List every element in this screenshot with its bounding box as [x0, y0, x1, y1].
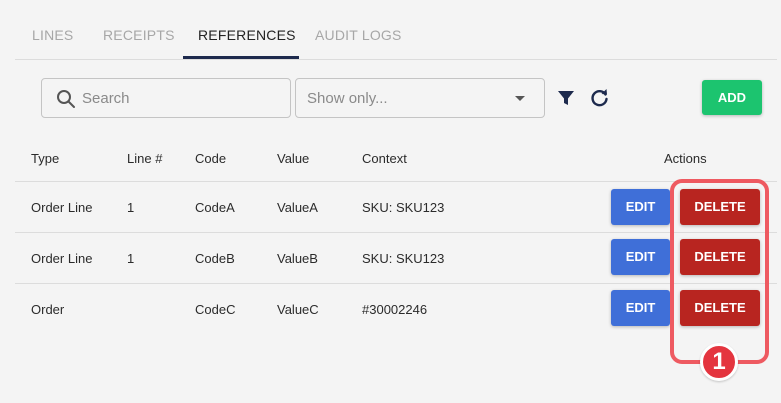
cell-value: ValueB: [277, 251, 318, 266]
show-only-placeholder: Show only...: [307, 90, 388, 107]
search-input[interactable]: [82, 88, 282, 108]
cell-line: 1: [127, 251, 135, 266]
row-divider: [15, 181, 777, 182]
cell-context: #30002246: [362, 302, 428, 317]
edit-button[interactable]: EDIT: [611, 239, 670, 275]
cell-value: ValueC: [277, 302, 319, 317]
tab-lines[interactable]: LINES: [32, 27, 73, 43]
cell-context: SKU: SKU123: [362, 200, 445, 215]
filter-icon[interactable]: [557, 89, 575, 107]
cell-context: SKU: SKU123: [362, 251, 445, 266]
search-field[interactable]: [41, 78, 291, 118]
add-button[interactable]: ADD: [702, 80, 762, 115]
column-header-value: Value: [277, 151, 310, 166]
cell-line: 1: [127, 200, 135, 215]
cell-type: Order: [31, 302, 65, 317]
cell-type: Order Line: [31, 200, 93, 215]
show-only-select[interactable]: Show only...: [295, 78, 545, 118]
column-header-type: Type: [31, 151, 60, 166]
cell-code: CodeC: [195, 302, 236, 317]
row-divider: [15, 232, 777, 233]
column-header-context: Context: [362, 151, 407, 166]
callout-highlight: [670, 179, 769, 364]
chevron-down-icon: [515, 96, 525, 101]
column-header-line: Line #: [127, 151, 163, 166]
active-tab-indicator: [183, 56, 299, 59]
refresh-icon[interactable]: [590, 88, 610, 108]
tab-bar: LINES RECEIPTS REFERENCES AUDIT LOGS: [15, 0, 777, 60]
edit-button[interactable]: EDIT: [611, 290, 670, 326]
callout-number-badge: 1: [700, 343, 738, 381]
search-icon: [57, 90, 75, 108]
edit-button[interactable]: EDIT: [611, 189, 670, 225]
cell-code: CodeB: [195, 251, 235, 266]
tab-audit-logs[interactable]: AUDIT LOGS: [315, 27, 402, 43]
cell-code: CodeA: [195, 200, 235, 215]
column-header-actions: Actions: [664, 151, 707, 166]
column-header-code: Code: [195, 151, 227, 166]
tab-references[interactable]: REFERENCES: [198, 27, 296, 43]
row-divider: [15, 283, 777, 284]
cell-type: Order Line: [31, 251, 93, 266]
tab-receipts[interactable]: RECEIPTS: [103, 27, 175, 43]
cell-value: ValueA: [277, 200, 318, 215]
